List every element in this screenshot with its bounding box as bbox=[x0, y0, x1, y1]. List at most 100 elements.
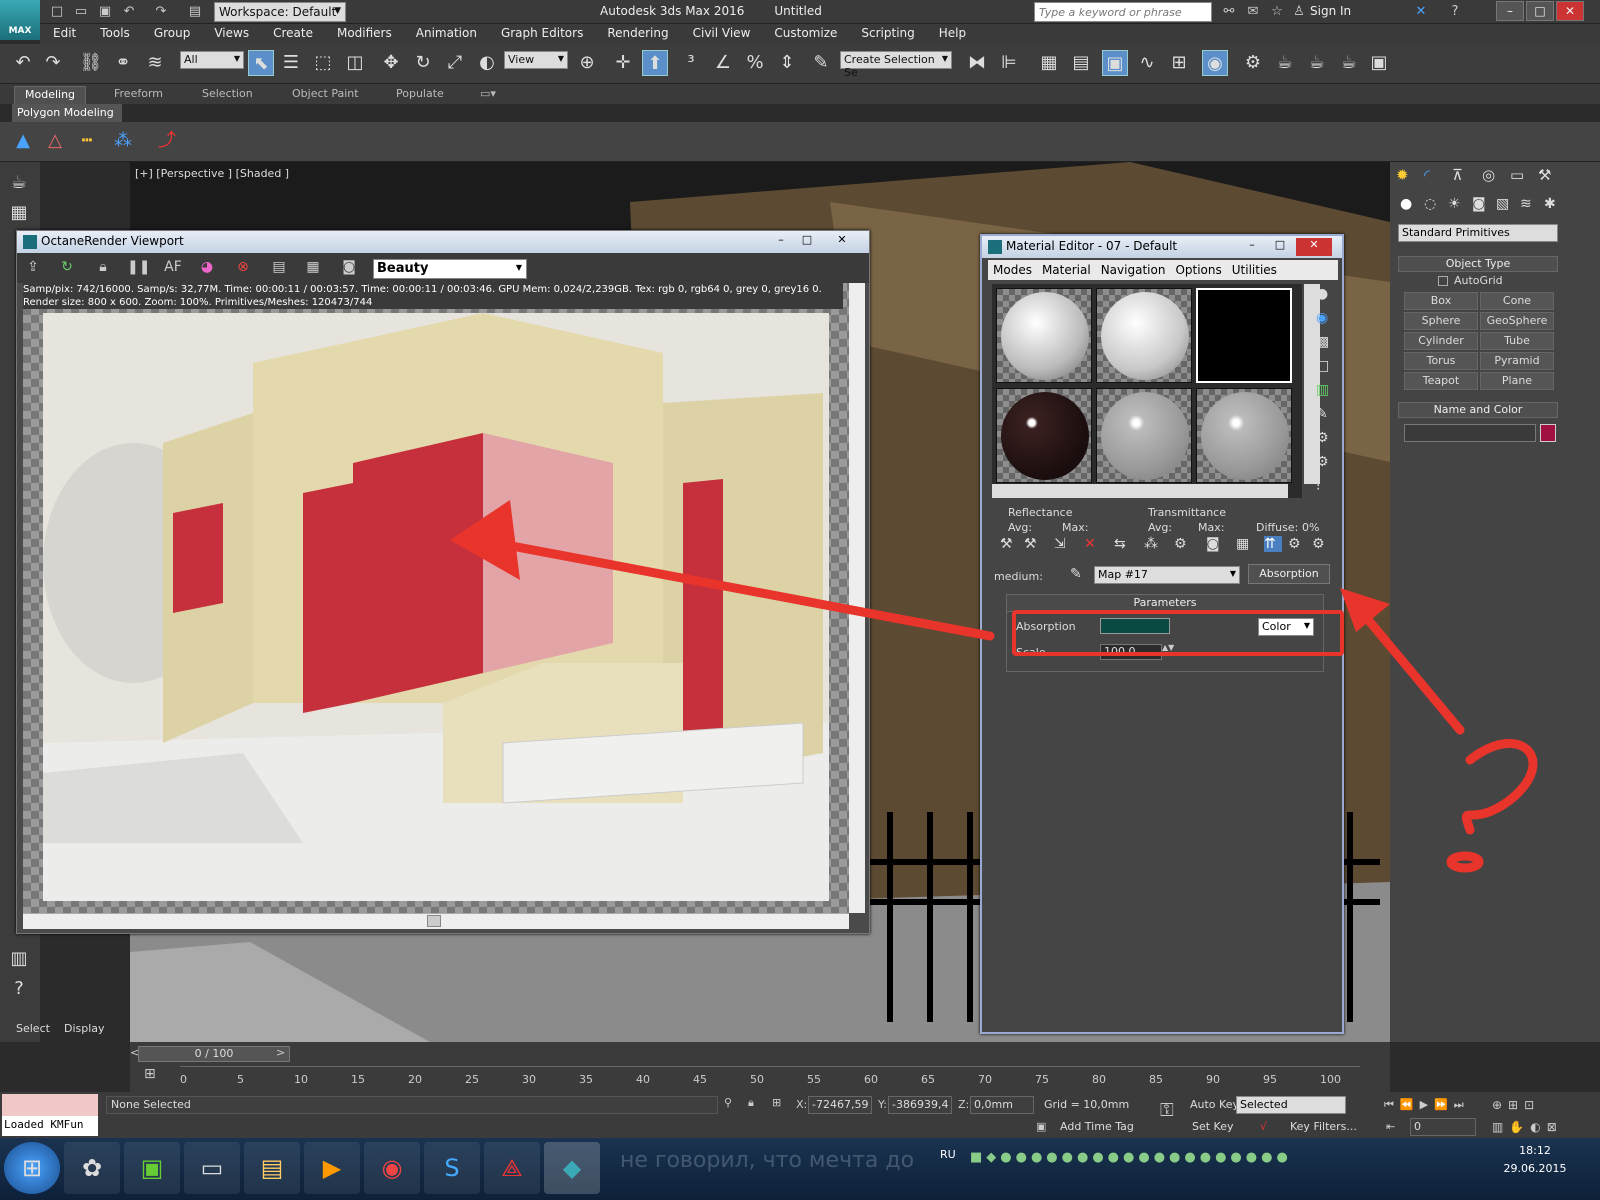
me-minimize-button[interactable]: – bbox=[1240, 238, 1264, 256]
shapes-icon[interactable]: ◌ bbox=[1424, 196, 1436, 212]
material-id-icon[interactable]: ◙ bbox=[1206, 536, 1220, 552]
octane-scroll-thumb[interactable] bbox=[427, 915, 441, 927]
set-key-icon[interactable]: ⚿ bbox=[1160, 1100, 1174, 1121]
redo-icon[interactable]: ↷ bbox=[152, 3, 170, 21]
render-production-icon[interactable]: ☕ bbox=[1304, 50, 1330, 76]
z-coordinate-field[interactable]: 0,0mm bbox=[970, 1096, 1034, 1114]
tab-populate[interactable]: Populate bbox=[386, 86, 454, 104]
key-mode-icon[interactable]: √ bbox=[1260, 1120, 1267, 1133]
edge-icon[interactable]: △ bbox=[42, 128, 68, 154]
exchange-icon[interactable]: ✕ bbox=[1412, 3, 1430, 21]
auto-key-button[interactable]: Auto Key bbox=[1190, 1098, 1239, 1111]
mirror-icon[interactable]: ⧓ bbox=[964, 50, 990, 76]
graphite-toggle-icon[interactable]: ▣ bbox=[1102, 50, 1128, 76]
open-file-icon[interactable]: ▭ bbox=[72, 3, 90, 21]
slots-horizontal-scrollbar[interactable] bbox=[992, 484, 1288, 498]
ribbon-options-icon[interactable]: ▭▾ bbox=[470, 86, 506, 104]
put-to-scene-icon[interactable]: ⚒ bbox=[1024, 536, 1037, 552]
user-icon[interactable]: ♙ bbox=[1290, 3, 1308, 21]
window-crossing-icon[interactable]: ◫ bbox=[342, 50, 368, 76]
unlink-icon[interactable]: ⚭ bbox=[110, 50, 136, 76]
cylinder-button[interactable]: Cylinder bbox=[1404, 332, 1478, 350]
sample-slot[interactable] bbox=[1096, 288, 1192, 383]
plane-button[interactable]: Plane bbox=[1480, 372, 1554, 390]
me-menu-navigation[interactable]: Navigation bbox=[1096, 260, 1171, 280]
sample-slot[interactable] bbox=[1196, 388, 1292, 483]
octane-restart-icon[interactable]: ↻ bbox=[57, 257, 77, 277]
render-setup-icon[interactable]: ⚙ bbox=[1240, 50, 1266, 76]
key-mode-toggle-icon[interactable]: ⇤ bbox=[1386, 1120, 1395, 1133]
close-button[interactable]: ✕ bbox=[1556, 1, 1584, 21]
language-indicator[interactable]: RU bbox=[940, 1148, 956, 1161]
help-icon[interactable]: ? bbox=[6, 976, 32, 1002]
sample-slot[interactable] bbox=[996, 388, 1092, 483]
scene-icon[interactable]: ▦ bbox=[6, 200, 32, 226]
system-clock[interactable]: 18:12 29.06.2015 bbox=[1500, 1142, 1570, 1178]
key-selection-dropdown[interactable]: Selected bbox=[1236, 1096, 1346, 1114]
undo-icon[interactable]: ↶ bbox=[10, 50, 36, 76]
box-button[interactable]: Box bbox=[1404, 292, 1478, 310]
octane-render-canvas[interactable] bbox=[23, 283, 849, 913]
selection-filter-dropdown[interactable]: All bbox=[180, 51, 244, 69]
hierarchy-tab-icon[interactable]: ⊼ bbox=[1452, 166, 1463, 184]
video-color-check-icon[interactable]: ▥ bbox=[1316, 382, 1329, 398]
media-player-icon[interactable]: ▶ bbox=[304, 1142, 360, 1194]
skype-icon[interactable]: S bbox=[424, 1142, 480, 1194]
menu-group[interactable]: Group bbox=[141, 24, 202, 40]
octane-horizontal-scrollbar[interactable] bbox=[23, 913, 849, 929]
add-time-tag[interactable]: Add Time Tag bbox=[1060, 1120, 1134, 1133]
sample-type-icon[interactable]: ● bbox=[1316, 286, 1328, 302]
save-file-icon[interactable]: ▣ bbox=[96, 3, 114, 21]
teapot-button[interactable]: Teapot bbox=[1404, 372, 1478, 390]
me-maximize-button[interactable]: □ bbox=[1268, 238, 1292, 256]
me-menu-modes[interactable]: Modes bbox=[988, 260, 1037, 280]
octane-send-scene-icon[interactable]: ⇪ bbox=[23, 257, 43, 277]
absorption-mode-dropdown[interactable]: Color bbox=[1258, 618, 1314, 636]
ribbon-panel-polygon-modeling[interactable]: Polygon Modeling bbox=[12, 104, 122, 122]
time-ruler[interactable]: 0 5 10 15 20 25 30 35 40 45 50 55 60 65 … bbox=[180, 1066, 1360, 1090]
percent-snap-icon[interactable]: % bbox=[742, 50, 768, 76]
selection-lock-icon[interactable]: 🔒︎ bbox=[748, 1096, 754, 1110]
me-close-button[interactable]: ✕ bbox=[1296, 238, 1332, 256]
time-slider[interactable]: 0 / 100 bbox=[138, 1046, 290, 1062]
octane-vertical-scrollbar[interactable] bbox=[849, 283, 865, 913]
octane-af-icon[interactable]: AF bbox=[163, 257, 183, 277]
curve-editor-icon[interactable]: ∿ bbox=[1134, 50, 1160, 76]
absorption-type-button[interactable]: Absorption bbox=[1248, 564, 1330, 584]
menu-views[interactable]: Views bbox=[201, 24, 260, 40]
set-key-button[interactable]: Set Key bbox=[1192, 1120, 1234, 1133]
render-iterative-icon[interactable]: ☕ bbox=[1336, 50, 1362, 76]
object-color-swatch[interactable] bbox=[1540, 424, 1556, 442]
utilities-tab-icon[interactable]: ⚒ bbox=[1538, 166, 1551, 184]
current-frame-field[interactable]: 0 bbox=[1410, 1118, 1476, 1136]
star-icon[interactable]: ☆ bbox=[1268, 3, 1286, 21]
menu-help[interactable]: Help bbox=[926, 24, 977, 40]
torus-button[interactable]: Torus bbox=[1404, 352, 1478, 370]
container-icon[interactable]: ▥ bbox=[6, 946, 32, 972]
chrome-icon[interactable]: ◉ bbox=[364, 1142, 420, 1194]
medium-map-dropdown[interactable]: Map #17 bbox=[1094, 566, 1240, 584]
copy-material-icon[interactable]: ⇆ bbox=[1114, 536, 1126, 552]
octane-minimize-button[interactable]: – bbox=[769, 233, 793, 251]
menu-customize[interactable]: Customize bbox=[761, 24, 848, 40]
track-bar-icon[interactable]: ⊞ bbox=[144, 1066, 156, 1082]
octane-color-icon[interactable]: ◕ bbox=[197, 257, 217, 277]
menu-civil-view[interactable]: Civil View bbox=[680, 24, 762, 40]
select-tab[interactable]: Select bbox=[16, 1022, 50, 1035]
geosphere-button[interactable]: GeoSphere bbox=[1480, 312, 1554, 330]
render-pass-dropdown[interactable]: Beauty bbox=[373, 259, 527, 279]
show-map-icon[interactable]: ▦ bbox=[1236, 536, 1249, 552]
explorer-icon[interactable]: ▤ bbox=[244, 1142, 300, 1194]
taskbar-app-icon[interactable]: ✿ bbox=[64, 1142, 120, 1194]
undo-icon[interactable]: ↶ bbox=[120, 3, 138, 21]
menu-modifiers[interactable]: Modifiers bbox=[324, 24, 403, 40]
octane-maximize-button[interactable]: □ bbox=[795, 233, 819, 251]
taskbar-app-icon[interactable]: ▣ bbox=[124, 1142, 180, 1194]
render-window-icon[interactable]: ▣ bbox=[1366, 50, 1392, 76]
uv-tiling-icon[interactable]: □ bbox=[1316, 358, 1329, 374]
start-button[interactable]: ⊞ bbox=[4, 1142, 60, 1194]
app-menu-button[interactable]: MAX bbox=[0, 0, 40, 40]
new-file-icon[interactable]: □ bbox=[48, 3, 66, 21]
octane-camera-icon[interactable]: ◙ bbox=[339, 257, 359, 277]
communication-icon[interactable]: ✉ bbox=[1244, 3, 1262, 21]
